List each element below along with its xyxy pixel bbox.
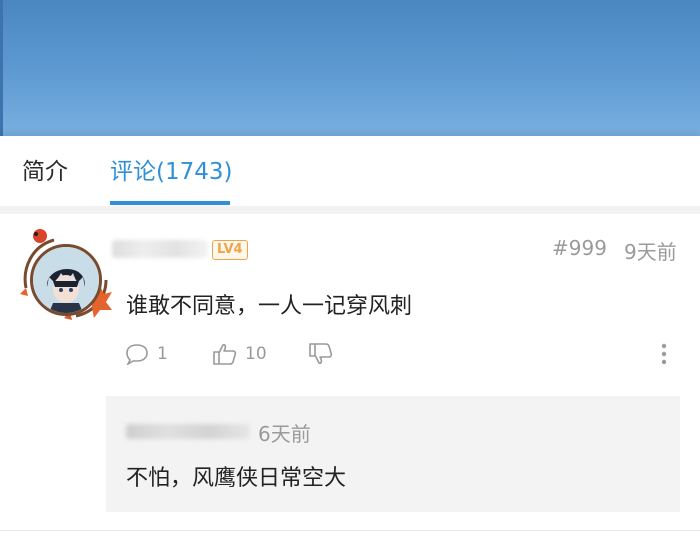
thumbs-down-icon [309,343,333,365]
reply-box[interactable]: 6天前 不怕，风鹰侠日常空大 [106,396,680,512]
reply-button[interactable]: 1 [124,342,168,366]
section-divider [0,206,700,214]
username[interactable] [112,240,208,258]
banner-edge [0,0,3,136]
tab-comments[interactable]: 评论(1743) [110,154,232,190]
reply-time: 6天前 [258,422,311,446]
header-banner [0,0,700,136]
tab-intro[interactable]: 简介 [22,154,68,190]
reply-count: 1 [157,344,168,364]
avatar-image [30,244,102,316]
reply-text: 不怕，风鹰侠日常空大 [126,466,347,491]
like-count: 10 [245,344,267,364]
like-button[interactable]: 10 [212,342,267,366]
tab-bar: 简介 评论(1743) [0,136,700,206]
comment-text: 谁敢不同意，一人一记穿风刺 [126,294,413,319]
bottom-divider [0,530,700,531]
tab-active-indicator [110,201,230,205]
reply-username[interactable] [126,424,250,439]
avatar[interactable] [14,228,114,328]
thumbs-up-icon [213,343,237,365]
comment-time: 9天前 [624,240,677,264]
floor-number: #999 [552,236,607,260]
reply-icon [126,344,148,365]
level-badge: LV4 [212,240,248,260]
comment-item: LV4 #999 9天前 谁敢不同意，一人一记穿风刺 1 10 6天前 不怕，风… [0,214,700,545]
more-options-icon[interactable] [654,342,674,366]
dislike-button[interactable] [308,342,334,366]
